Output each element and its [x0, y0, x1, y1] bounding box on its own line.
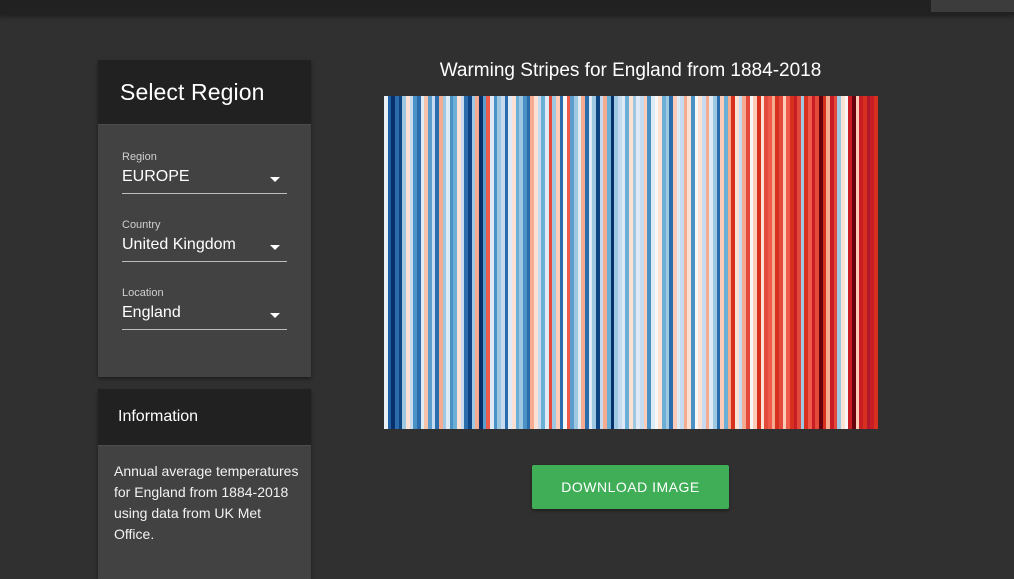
region-select[interactable]: Region EUROPE	[122, 151, 287, 194]
select-region-title: Select Region	[120, 79, 265, 105]
chevron-down-icon[interactable]	[270, 245, 280, 250]
country-select-label: Country	[122, 219, 161, 231]
top-bar-tab[interactable]	[931, 0, 1014, 12]
download-image-button[interactable]: DOWNLOAD IMAGE	[532, 465, 729, 509]
chevron-down-icon[interactable]	[270, 177, 280, 182]
chevron-down-icon[interactable]	[270, 313, 280, 318]
country-select-value: United Kingdom	[122, 236, 236, 253]
location-select-value: England	[122, 304, 181, 321]
select-region-header: Select Region	[98, 60, 311, 125]
country-select[interactable]: Country United Kingdom	[122, 219, 287, 262]
select-region-card: Select Region Region EUROPE Country Unit…	[98, 60, 311, 377]
location-select-label: Location	[122, 287, 164, 299]
location-select[interactable]: Location England	[122, 287, 287, 330]
information-title: Information	[118, 408, 199, 425]
information-header: Information	[98, 389, 311, 446]
information-card: Information Annual average temperatures …	[98, 389, 311, 579]
chart-title: Warming Stripes for England from 1884-20…	[439, 60, 822, 81]
top-app-bar	[0, 0, 1014, 15]
stripe-2018	[873, 96, 878, 429]
region-select-value: EUROPE	[122, 168, 190, 185]
warming-stripes-chart	[384, 96, 878, 429]
region-select-label: Region	[122, 151, 157, 163]
information-text: Annual average temperatures for England …	[114, 463, 299, 542]
